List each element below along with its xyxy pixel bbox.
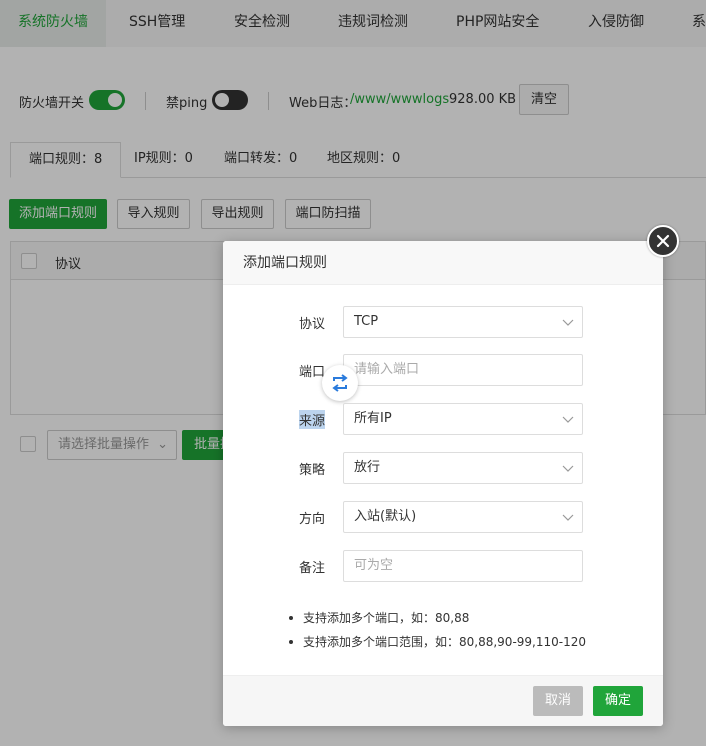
remark-input[interactable]: 可为空 — [343, 550, 583, 582]
port-row: 端口 请输入端口 — [223, 354, 663, 386]
dialog-footer: 取消 确定 — [223, 675, 663, 726]
chevron-down-icon — [562, 319, 574, 326]
chevron-down-icon — [562, 514, 574, 521]
policy-label: 策略 — [299, 463, 326, 478]
policy-value: 放行 — [354, 460, 381, 475]
dialog-title: 添加端口规则 — [223, 241, 663, 285]
policy-select[interactable]: 放行 — [343, 452, 583, 484]
help-tips: 支持添加多个端口，如：80,88 支持添加多个端口范围，如：80,88,90-9… — [287, 608, 586, 656]
source-select[interactable]: 所有IP — [343, 403, 583, 435]
swap-icon[interactable] — [322, 365, 358, 401]
policy-row: 策略 放行 — [223, 452, 663, 484]
confirm-button[interactable]: 确定 — [593, 686, 643, 716]
close-icon[interactable] — [647, 225, 679, 257]
direction-row: 方向 入站(默认) — [223, 501, 663, 533]
remark-row: 备注 可为空 — [223, 550, 663, 582]
source-row: 来源 所有IP — [223, 403, 663, 435]
add-port-rule-dialog: 添加端口规则 协议 TCP 端口 请输入端口 来源 所有IP 策略 放行 方向 … — [223, 241, 663, 726]
source-label: 来源 — [299, 410, 326, 429]
port-input[interactable]: 请输入端口 — [343, 354, 583, 386]
protocol-row: 协议 TCP — [223, 306, 663, 338]
port-label: 端口 — [299, 365, 326, 380]
direction-label: 方向 — [299, 512, 326, 527]
protocol-label: 协议 — [299, 317, 326, 332]
tip-item: 支持添加多个端口范围，如：80,88,90-99,110-120 — [287, 632, 586, 656]
source-value: 所有IP — [354, 411, 392, 426]
chevron-down-icon — [562, 416, 574, 423]
protocol-value: TCP — [354, 314, 379, 329]
tip-item: 支持添加多个端口，如：80,88 — [287, 608, 586, 632]
chevron-down-icon — [562, 465, 574, 472]
direction-select[interactable]: 入站(默认) — [343, 501, 583, 533]
protocol-select[interactable]: TCP — [343, 306, 583, 338]
cancel-button[interactable]: 取消 — [533, 686, 583, 716]
remark-label: 备注 — [299, 561, 326, 576]
direction-value: 入站(默认) — [354, 509, 417, 524]
